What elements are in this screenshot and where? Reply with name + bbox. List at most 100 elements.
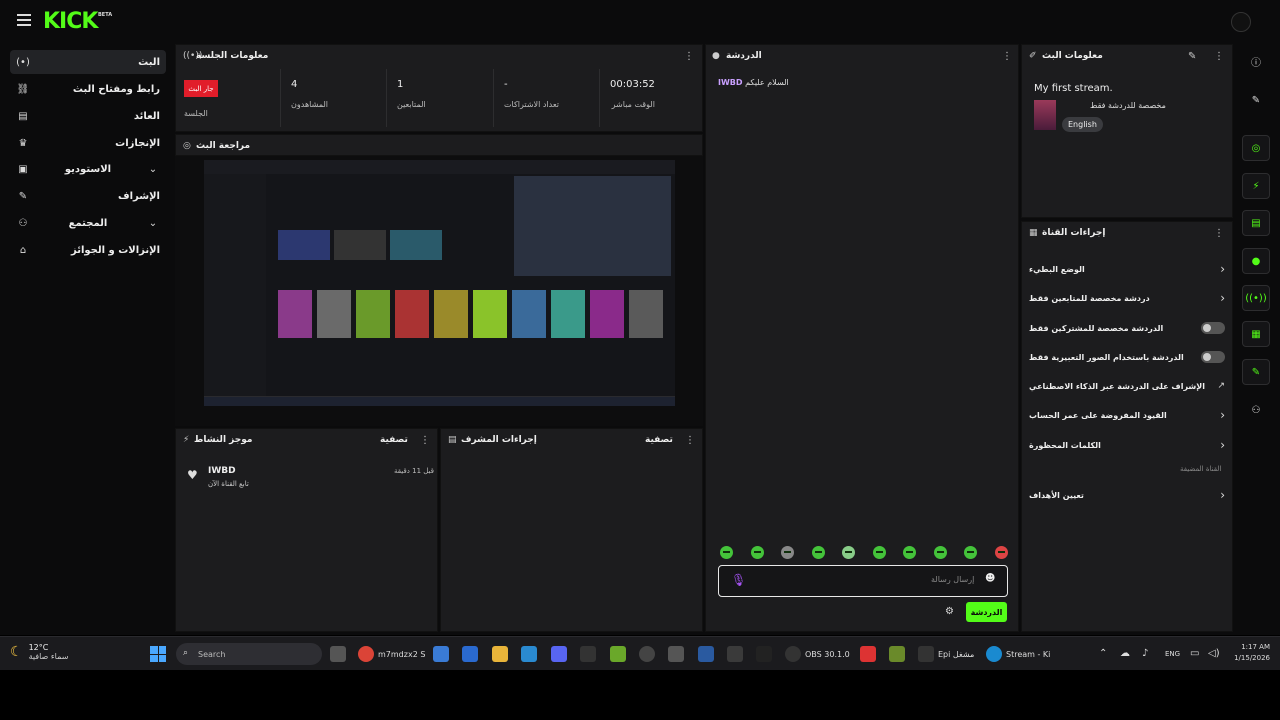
more-icon[interactable]: ⋮	[684, 51, 694, 62]
pencil-icon[interactable]: ✎	[1242, 87, 1270, 113]
microphone-icon[interactable]: 🎙	[731, 573, 746, 587]
stat-label: الوقت مباشر	[611, 100, 655, 109]
action-set-goals[interactable]: تعيين الأهداف ›	[1029, 485, 1225, 505]
emote-icon[interactable]	[872, 546, 886, 559]
actions-icon[interactable]: ▦	[1242, 321, 1270, 347]
emote-icon[interactable]	[842, 546, 856, 559]
more-icon[interactable]: ⋮	[1214, 51, 1224, 62]
emote-icon[interactable]	[964, 546, 978, 559]
taskbar-app-v[interactable]	[889, 645, 905, 663]
chevron-up-icon[interactable]: ⌃	[1099, 648, 1107, 659]
revenue-icon: ▤	[18, 110, 28, 122]
sidebar-item-community[interactable]: ⚇ المجتمع ⌄	[10, 211, 166, 235]
action-followers-only[interactable]: دردشة مخصصة للمتابعين فقط ›	[1029, 288, 1225, 308]
wrench-icon[interactable]: ✎	[1242, 359, 1270, 385]
action-subscribers-only: الدردشة مخصصة للمشتركين فقط	[1029, 318, 1225, 338]
emote-icon[interactable]	[781, 546, 795, 559]
cloud-icon[interactable]: ☁	[1120, 648, 1130, 659]
chat-icon: ●	[712, 51, 720, 61]
activity-user[interactable]: IWBD	[208, 466, 236, 476]
edit-icon[interactable]: ✎	[1188, 51, 1196, 62]
volume-icon[interactable]: ◁)	[1208, 648, 1220, 659]
taskbar-app-rec[interactable]	[756, 645, 772, 663]
microphone-icon[interactable]: ♪	[1142, 648, 1148, 659]
more-icon[interactable]: ⋮	[420, 435, 430, 446]
language-indicator[interactable]: ENG	[1165, 650, 1180, 658]
taskbar-app-epic[interactable]	[580, 645, 596, 663]
sidebar-item-studio[interactable]: ▣ الاستوديو ⌄	[10, 157, 166, 181]
menu-icon[interactable]	[17, 14, 31, 26]
taskbar-app-explorer[interactable]	[492, 645, 508, 663]
action-banned-words[interactable]: الكلمات المحظورة ›	[1029, 435, 1225, 455]
user-avatar[interactable]	[1231, 12, 1251, 32]
message-username[interactable]: IWBD	[718, 78, 743, 87]
epic-icon	[918, 646, 934, 662]
bolt-icon[interactable]: ⚡	[1242, 173, 1270, 199]
more-icon[interactable]: ⋮	[1214, 228, 1224, 239]
community-icon[interactable]: ⚇	[1242, 397, 1270, 423]
task-view-icon[interactable]	[330, 645, 346, 663]
taskbar-app-edge[interactable]: Stream - Ki	[986, 645, 1050, 663]
chat-icon[interactable]: ●	[1242, 248, 1270, 274]
more-icon[interactable]: ⋮	[1002, 51, 1012, 62]
network-icon[interactable]: ▭	[1190, 648, 1199, 659]
sidebar-item-achievements[interactable]: ♛ الإنجازات	[10, 131, 166, 155]
taskbar-app-epic-launcher[interactable]: Epi مشغل	[918, 645, 974, 663]
emotes-only-toggle[interactable]	[1201, 351, 1225, 363]
taskbar-app-steam[interactable]	[639, 645, 655, 663]
taskbar-app-b[interactable]	[610, 645, 626, 663]
broadcast-icon[interactable]: ((•))	[1242, 285, 1270, 311]
subscribers-only-toggle[interactable]	[1201, 322, 1225, 334]
emoji-icon[interactable]: ☻	[985, 573, 995, 584]
sidebar-item-revenue[interactable]: ▤ العائد	[10, 104, 166, 128]
taskbar-app-chrome[interactable]: m7mdzx2 S	[358, 645, 425, 663]
preview-toggle-icon[interactable]: ◎	[1242, 135, 1270, 161]
preview-screenshot	[204, 160, 675, 406]
windows-start-icon[interactable]	[150, 646, 166, 662]
taskbar-app-label: Stream - Ki	[1006, 649, 1051, 659]
chevron-right-icon: ›	[1220, 291, 1225, 305]
emote-icon[interactable]	[903, 546, 917, 559]
category-thumbnail	[1034, 100, 1056, 130]
log-icon[interactable]: ▤	[1242, 210, 1270, 236]
chat-input[interactable]: 🎙 إرسال رسالة ☻	[718, 565, 1008, 597]
emote-icon[interactable]	[720, 546, 733, 559]
taskbar-app-vs[interactable]	[698, 645, 714, 663]
sidebar-item-stream-key[interactable]: ⛓ رابط ومفتاح البث	[10, 77, 166, 101]
taskbar-app-discord[interactable]	[551, 645, 567, 663]
edge-icon	[986, 646, 1002, 662]
taskbar-app-adobe[interactable]	[860, 645, 876, 663]
action-ai-moderation[interactable]: الإشراف على الدردشة عبر الذكاء الاصطناعي…	[1029, 376, 1225, 396]
taskbar-app-m[interactable]	[668, 645, 684, 663]
kick-logo[interactable]: KICK	[43, 9, 98, 34]
activity-feed-panel: ⚡ موجز النشاط تصفية ⋮	[175, 428, 438, 632]
sidebar-item-moderation[interactable]: ✎ الإشراف	[10, 184, 166, 208]
more-icon[interactable]: ⋮	[685, 435, 695, 446]
taskbar-app-mail[interactable]	[462, 645, 478, 663]
chat-placeholder: إرسال رسالة	[931, 575, 975, 584]
filter-button[interactable]: تصفية	[645, 435, 673, 445]
weather-widget[interactable]: ☾ 12°C سماء صافية	[10, 643, 68, 661]
action-account-age[interactable]: القيود المفروضة على عمر الحساب ›	[1029, 405, 1225, 425]
taskbar-app-calc[interactable]	[727, 645, 743, 663]
divider	[599, 69, 600, 127]
emote-icon[interactable]	[933, 546, 947, 559]
sidebar-item-stream[interactable]: (•) البث	[10, 50, 166, 74]
action-slow-mode[interactable]: الوضع البطيء ›	[1029, 259, 1225, 279]
settings-icon[interactable]: ⚙	[945, 606, 954, 617]
emote-icon[interactable]	[994, 546, 1008, 559]
stat-subs: - تعداد الاشتراكات	[504, 79, 559, 109]
sidebar-item-label: الإنجازات	[115, 137, 160, 149]
panel-title: الدردشة	[726, 51, 762, 61]
taskbar-app-obs[interactable]: OBS 30.1.0	[785, 645, 850, 663]
taskbar-app-store[interactable]	[433, 645, 449, 663]
emote-icon[interactable]	[750, 546, 764, 559]
sidebar-item-drops[interactable]: ⌂ الإنزالات و الجوائز	[10, 238, 166, 262]
chat-send-button[interactable]: الدردشة	[966, 602, 1007, 622]
emote-icon[interactable]	[811, 546, 825, 559]
clock[interactable]: 1:17 AM 1/15/2026	[1234, 642, 1270, 664]
taskbar-search[interactable]: ⌕ Search	[176, 643, 322, 665]
taskbar-app-photos[interactable]	[521, 645, 537, 663]
filter-button[interactable]: تصفية	[380, 435, 408, 445]
info-icon[interactable]: ⓘ	[1242, 48, 1270, 74]
